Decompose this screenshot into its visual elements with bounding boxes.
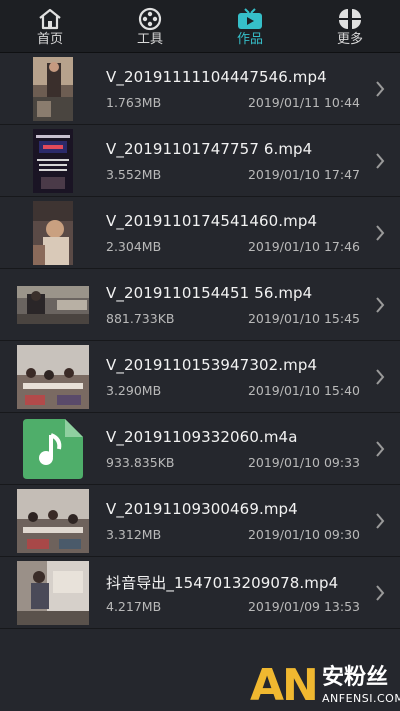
chevron-right-icon (374, 367, 386, 387)
file-name: V_20191109332060.m4a (106, 428, 298, 446)
watermark-domain-text: ANFENSI.COM (322, 692, 400, 705)
chevron-right-icon (374, 439, 386, 459)
file-row[interactable]: V_20191109332060.m4a 933.835KB 2019/01/1… (0, 413, 400, 485)
file-size: 3.290MB (106, 383, 162, 398)
file-date: 2019/01/10 17:47 (247, 167, 360, 182)
file-name: V_20191109300469.mp4 (106, 500, 298, 518)
file-size: 1.763MB (106, 95, 162, 110)
file-date: 2019/01/10 15:40 (247, 383, 360, 398)
file-size: 3.312MB (106, 527, 162, 542)
file-size: 933.835KB (106, 455, 175, 470)
grid-more-icon (337, 7, 363, 31)
file-row[interactable]: 抖音导出_1547013209078.mp4 4.217MB 2019/01/0… (0, 557, 400, 629)
file-date: 2019/01/09 13:53 (247, 599, 360, 614)
file-row[interactable]: V_20191111104447546.mp4 1.763MB 2019/01/… (0, 53, 400, 125)
tab-more-label: 更多 (336, 32, 363, 47)
file-row[interactable]: V_2019110154451 56.mp4 881.733KB 2019/01… (0, 269, 400, 341)
tab-tools-label: 工具 (136, 32, 163, 47)
file-name: V_2019110174541460.mp4 (106, 212, 318, 230)
file-date: 2019/01/10 09:30 (247, 527, 360, 542)
tab-works-label: 作品 (236, 32, 263, 47)
tab-home-label: 首页 (36, 32, 63, 47)
tv-play-icon (237, 7, 263, 31)
file-date: 2019/01/10 09:33 (247, 455, 360, 470)
file-name: 抖音导出_1547013209078.mp4 (106, 574, 339, 592)
video-thumbnail (33, 129, 73, 193)
file-row[interactable]: V_20191101747757 6.mp4 3.552MB 2019/01/1… (0, 125, 400, 197)
file-name: V_20191111104447546.mp4 (106, 68, 327, 86)
file-row[interactable]: V_2019110153947302.mp4 3.290MB 2019/01/1… (0, 341, 400, 413)
file-size: 4.217MB (106, 599, 162, 614)
home-icon (37, 7, 63, 31)
chevron-right-icon (374, 511, 386, 531)
chevron-right-icon (374, 295, 386, 315)
works-file-list: V_20191111104447546.mp4 1.763MB 2019/01/… (0, 53, 400, 629)
chevron-right-icon (374, 151, 386, 171)
top-tab-bar: 首页 工具 作品 更多 (0, 0, 400, 53)
file-name: V_20191101747757 6.mp4 (106, 140, 313, 158)
file-row[interactable]: V_2019110174541460.mp4 2.304MB 2019/01/1… (0, 197, 400, 269)
file-date: 2019/01/10 15:45 (247, 311, 360, 326)
video-thumbnail (17, 286, 89, 324)
video-thumbnail (33, 57, 73, 121)
tab-tools[interactable]: 工具 (100, 0, 200, 52)
file-size: 881.733KB (106, 311, 175, 326)
chevron-right-icon (374, 583, 386, 603)
watermark-chinese-text: 安粉丝 (322, 665, 389, 690)
file-date: 2019/01/11 10:44 (247, 95, 360, 110)
video-thumbnail (17, 561, 89, 625)
tab-more[interactable]: 更多 (300, 0, 400, 52)
site-watermark-logo: AN 安粉丝 ANFENSI.COM (250, 662, 400, 711)
chevron-right-icon (374, 79, 386, 99)
tab-home[interactable]: 首页 (0, 0, 100, 52)
file-row[interactable]: V_20191109300469.mp4 3.312MB 2019/01/10 … (0, 485, 400, 557)
tab-works[interactable]: 作品 (200, 0, 300, 52)
music-file-icon (21, 417, 85, 481)
file-name: V_2019110153947302.mp4 (106, 356, 318, 374)
video-thumbnail (17, 345, 89, 409)
film-reel-icon (137, 7, 163, 31)
chevron-right-icon (374, 223, 386, 243)
video-thumbnail (17, 489, 89, 553)
video-thumbnail (33, 201, 73, 265)
file-date: 2019/01/10 17:46 (247, 239, 360, 254)
file-name: V_2019110154451 56.mp4 (106, 284, 313, 302)
file-size: 2.304MB (106, 239, 162, 254)
watermark-letters: AN (250, 660, 319, 711)
file-size: 3.552MB (106, 167, 162, 182)
